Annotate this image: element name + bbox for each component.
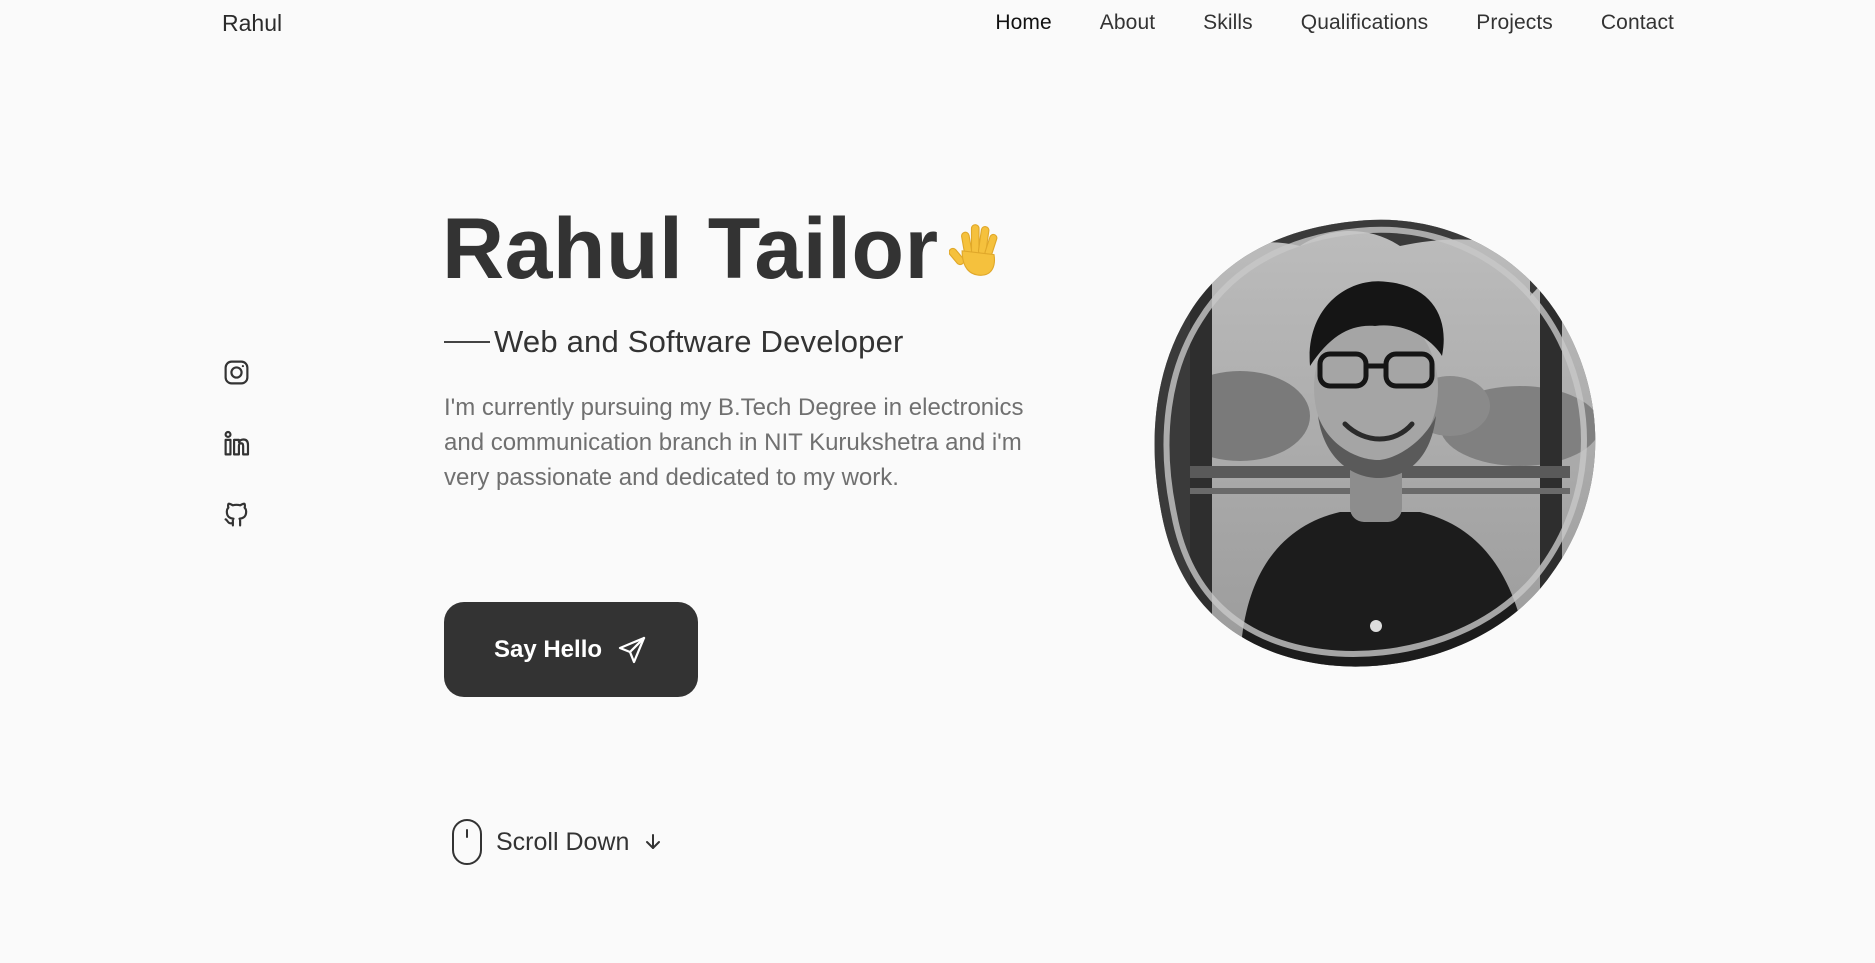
nav-item-projects[interactable]: Projects	[1476, 11, 1553, 35]
github-icon[interactable]	[222, 500, 251, 529]
arrow-down-icon	[643, 832, 663, 852]
nav-item-skills[interactable]: Skills	[1203, 11, 1253, 35]
mouse-icon	[450, 818, 484, 866]
hero-description: I'm currently pursuing my B.Tech Degree …	[444, 394, 1024, 491]
social-links	[222, 358, 251, 529]
say-hello-button[interactable]: Say Hello	[444, 602, 698, 697]
instagram-icon[interactable]	[222, 358, 251, 387]
nav-item-about[interactable]: About	[1100, 11, 1155, 35]
say-hello-label: Say Hello	[493, 635, 603, 663]
nav-item-home[interactable]: Home	[995, 11, 1051, 35]
scroll-down-label: Scroll Down	[496, 827, 630, 856]
subtitle-text: Web and Software Developer	[494, 324, 904, 359]
waving-hand-icon	[948, 219, 1009, 279]
header: Rahul Home About Skills Qualifications P…	[0, 0, 1875, 50]
nav-item-contact[interactable]: Contact	[1601, 11, 1674, 35]
hero-title: Rahul Tailor	[442, 206, 1009, 292]
logo[interactable]: Rahul	[222, 10, 282, 37]
profile-image	[1150, 216, 1606, 672]
send-icon	[616, 634, 648, 666]
hero-name: Rahul Tailor	[442, 201, 939, 297]
nav-menu: Home About Skills Qualifications Project…	[995, 11, 1674, 35]
linkedin-icon[interactable]	[222, 429, 251, 458]
subtitle: Web and Software Developer	[444, 324, 904, 360]
page: Rahul Home About Skills Qualifications P…	[0, 0, 1875, 963]
nav-item-qualifications[interactable]: Qualifications	[1301, 11, 1428, 35]
subtitle-divider	[444, 341, 490, 343]
scroll-down-button[interactable]: Scroll Down	[450, 818, 663, 866]
